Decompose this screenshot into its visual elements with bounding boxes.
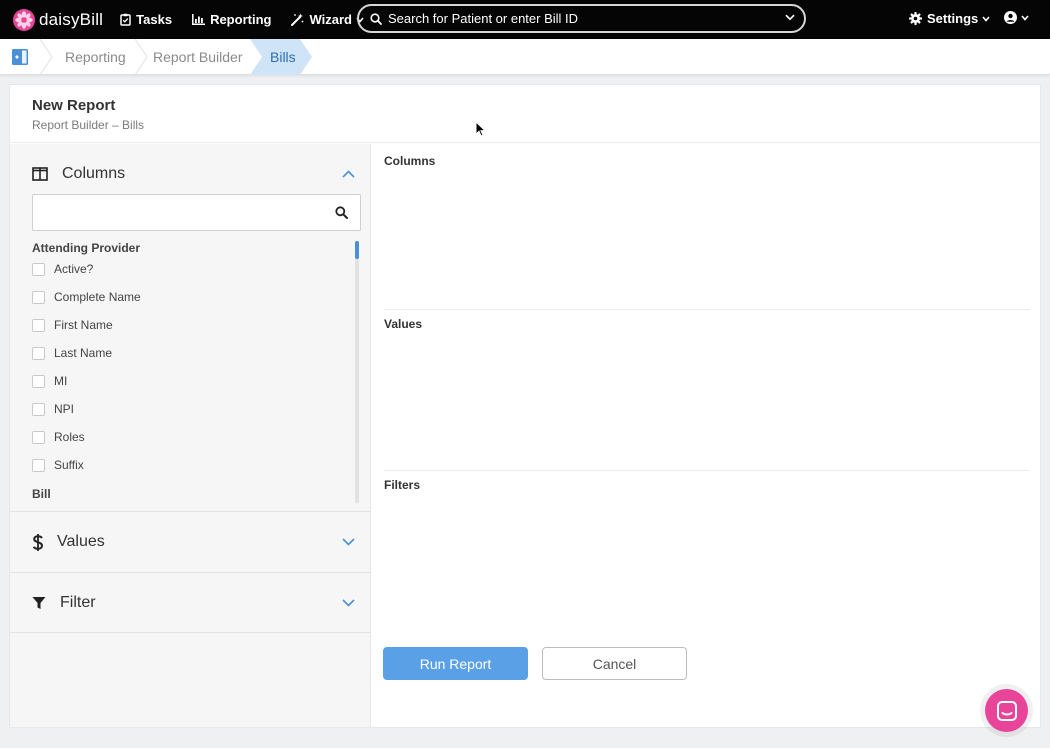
report-card: New Report Report Builder – Bills Column…	[9, 84, 1041, 728]
gear-icon	[909, 12, 922, 25]
dropzone-divider	[384, 470, 1030, 471]
bar-chart-icon	[192, 14, 206, 25]
brand-link[interactable]: daisyBill	[13, 8, 104, 31]
global-search-input[interactable]	[388, 11, 778, 26]
page-title: New Report	[32, 97, 116, 114]
mouse-cursor-icon	[475, 121, 486, 137]
search-icon	[370, 12, 382, 25]
checkbox[interactable]	[32, 430, 45, 444]
group-label-bill: Bill	[32, 487, 51, 501]
dropzone-divider	[384, 309, 1030, 310]
chat-icon	[996, 700, 1017, 721]
column-option[interactable]: First Name	[32, 311, 354, 339]
chevron-down-icon	[982, 15, 990, 22]
column-search-field	[32, 194, 361, 231]
breadcrumb-bills[interactable]: Bills	[270, 39, 296, 75]
filter-section-toggle[interactable]: Filter	[10, 573, 371, 633]
chevron-down-icon[interactable]	[785, 14, 795, 21]
values-section-toggle[interactable]: Values	[10, 512, 371, 572]
chevron-up-icon	[342, 170, 355, 178]
column-option-label: Complete Name	[54, 290, 141, 304]
chevron-down-icon	[1021, 14, 1029, 21]
top-navbar: daisyBill Tasks Reporting Wizard Search …	[0, 0, 1050, 39]
chevron-down-icon	[342, 599, 355, 607]
account-menu[interactable]	[1004, 11, 1029, 24]
breadcrumb-home[interactable]	[0, 39, 40, 75]
column-option-label: MI	[54, 374, 68, 388]
page-subtitle: Report Builder – Bills	[32, 118, 145, 132]
column-option[interactable]: Roles	[32, 423, 354, 451]
checkbox[interactable]	[32, 262, 45, 276]
clipboard-icon	[120, 13, 131, 26]
report-header: New Report Report Builder – Bills	[10, 85, 1040, 143]
column-option-label: NPI	[54, 402, 75, 416]
column-option[interactable]: NPI	[32, 395, 354, 423]
nav-settings-label: Settings	[927, 11, 979, 26]
column-option-label: Active?	[54, 262, 94, 276]
values-section-title: Values	[57, 533, 105, 550]
checkbox[interactable]	[32, 402, 45, 416]
checkbox[interactable]	[32, 346, 45, 360]
report-book-icon	[12, 49, 28, 65]
checkbox[interactable]	[32, 290, 45, 304]
filters-dropzone-label: Filters	[384, 478, 421, 492]
breadcrumb: Reporting Report Builder Bills	[0, 39, 1050, 75]
column-option-label: First Name	[54, 318, 113, 332]
field-picker-panel: Columns Attending Provider Active? Compl…	[10, 144, 371, 727]
column-option[interactable]: Active?	[32, 255, 354, 283]
filter-section-title: Filter	[60, 594, 96, 611]
brand-name: daisyBill	[39, 9, 104, 29]
nav-reporting-label: Reporting	[210, 12, 272, 27]
column-option-label: Last Name	[54, 346, 113, 360]
user-circle-icon	[1004, 11, 1017, 24]
column-search-input[interactable]	[41, 195, 331, 229]
nav-settings[interactable]: Settings	[909, 11, 990, 26]
checkbox[interactable]	[32, 318, 45, 332]
run-report-button[interactable]: Run Report	[383, 647, 528, 680]
checkbox[interactable]	[32, 458, 45, 472]
checkbox[interactable]	[32, 374, 45, 388]
scrollbar-thumb[interactable]	[355, 241, 359, 259]
column-list-scrollbar[interactable]	[355, 241, 359, 503]
columns-icon	[32, 167, 48, 181]
breadcrumb-report-builder[interactable]: Report Builder	[153, 39, 243, 75]
magic-wand-icon	[291, 13, 304, 26]
breadcrumb-reporting[interactable]: Reporting	[65, 39, 126, 75]
nav-wizard[interactable]: Wizard	[291, 12, 364, 27]
column-option[interactable]: Suffix	[32, 451, 354, 479]
column-list[interactable]: Attending Provider Active? Complete Name…	[32, 241, 354, 503]
values-dropzone-label: Values	[384, 317, 423, 331]
nav-reporting[interactable]: Reporting	[192, 12, 271, 27]
daisy-logo-icon	[13, 8, 35, 31]
column-option-label: Suffix	[54, 458, 84, 472]
search-icon[interactable]	[335, 206, 348, 219]
group-label-attending-provider: Attending Provider	[32, 241, 141, 255]
chevron-down-icon	[342, 538, 355, 546]
global-search[interactable]	[357, 4, 806, 33]
column-option-label: Roles	[54, 430, 85, 444]
column-option[interactable]: MI	[32, 367, 354, 395]
dollar-icon	[32, 533, 44, 551]
section-divider	[10, 632, 371, 633]
nav-tasks[interactable]: Tasks	[120, 12, 172, 27]
cancel-button[interactable]: Cancel	[542, 647, 687, 680]
column-option[interactable]: Last Name	[32, 339, 354, 367]
filter-icon	[32, 597, 46, 609]
columns-dropzone-label: Columns	[384, 154, 436, 168]
column-option[interactable]: Complete Name	[32, 283, 354, 311]
nav-tasks-label: Tasks	[136, 12, 173, 27]
chat-launcher-button[interactable]	[985, 689, 1028, 732]
columns-section-title: Columns	[62, 165, 126, 182]
nav-wizard-label: Wizard	[309, 12, 352, 27]
